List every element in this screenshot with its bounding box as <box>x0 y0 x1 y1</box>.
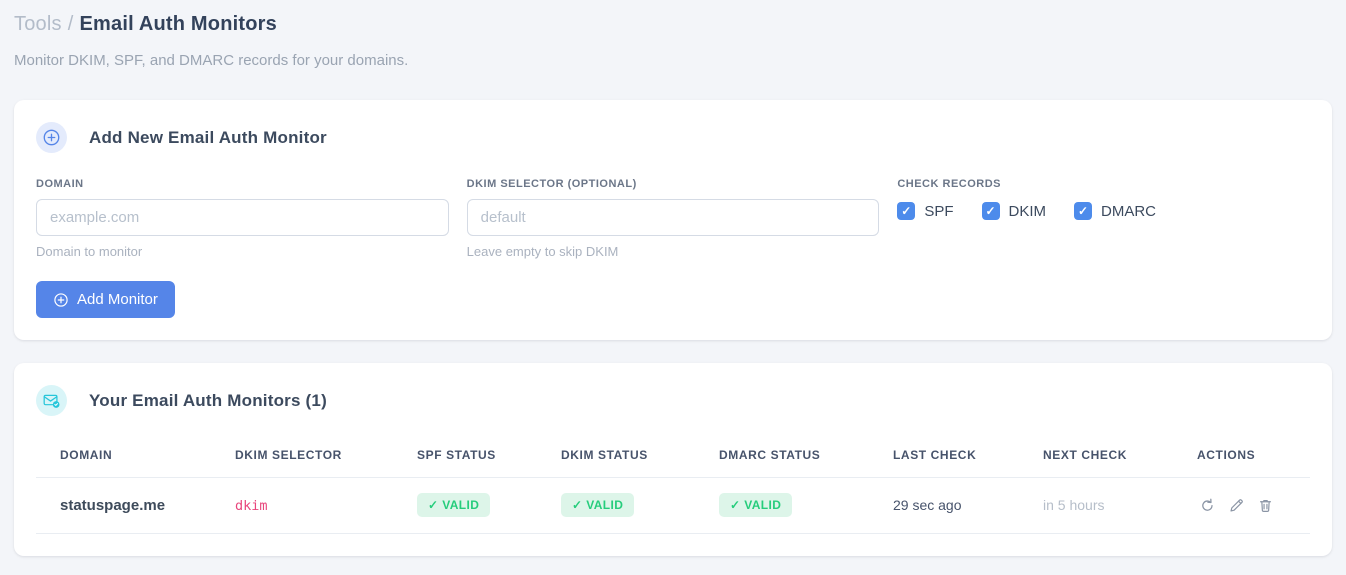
monitors-table: DOMAIN DKIM SELECTOR SPF STATUS DKIM STA… <box>36 438 1310 534</box>
dkim-checkbox-label: DKIM <box>1008 202 1047 220</box>
monitors-table-wrap: DOMAIN DKIM SELECTOR SPF STATUS DKIM STA… <box>36 438 1310 534</box>
add-monitor-button[interactable]: Add Monitor <box>36 281 175 318</box>
table-row: statuspage.me dkim ✓ VALID ✓ VALID ✓ VAL… <box>36 477 1310 534</box>
spf-status-badge: ✓ VALID <box>417 493 491 517</box>
spf-checkbox[interactable] <box>897 202 916 220</box>
spf-checkbox-option[interactable]: SPF <box>897 202 954 220</box>
plus-circle-icon <box>36 122 67 153</box>
monitor-dkim-selector: dkim <box>235 497 268 514</box>
spf-checkbox-label: SPF <box>924 202 954 220</box>
dmarc-checkbox-option[interactable]: DMARC <box>1074 202 1156 220</box>
dmarc-checkbox[interactable] <box>1074 202 1093 220</box>
monitors-card-title: Your Email Auth Monitors (1) <box>89 390 327 410</box>
monitors-list-card: Your Email Auth Monitors (1) DOMAIN DKIM… <box>14 363 1332 556</box>
col-header-next-check: NEXT CHECK <box>1019 438 1173 478</box>
dkim-selector-label: DKIM SELECTOR (OPTIONAL) <box>466 178 637 190</box>
dkim-status-badge: ✓ VALID <box>561 493 635 517</box>
plus-circle-icon <box>53 292 69 308</box>
domain-helper-text: Domain to monitor <box>36 244 143 259</box>
domain-label: DOMAIN <box>36 178 84 190</box>
pencil-icon <box>1228 497 1245 514</box>
add-card-title: Add New Email Auth Monitor <box>89 127 327 147</box>
row-actions <box>1197 495 1302 516</box>
envelope-check-icon <box>36 385 67 416</box>
delete-button[interactable] <box>1255 495 1276 516</box>
page-subtitle: Monitor DKIM, SPF, and DMARC records for… <box>14 52 409 69</box>
col-header-dmarc-status: DMARC STATUS <box>695 438 869 478</box>
breadcrumb: Tools / Email Auth Monitors <box>14 10 1332 36</box>
domain-input[interactable] <box>36 199 449 236</box>
email-auth-monitors-page: Tools / Email Auth Monitors Monitor DKIM, … <box>0 0 1346 566</box>
refresh-button[interactable] <box>1197 495 1218 516</box>
col-header-last-check: LAST CHECK <box>869 438 1019 478</box>
refresh-icon <box>1199 497 1216 514</box>
dmarc-status-badge: ✓ VALID <box>719 493 793 517</box>
add-monitor-button-label: Add Monitor <box>77 291 158 308</box>
monitor-last-check: 29 sec ago <box>869 477 1019 534</box>
domain-field: DOMAIN Domain to monitor <box>36 178 449 259</box>
check-records-group: SPF DKIM DMARC <box>897 202 1310 220</box>
col-header-spf-status: SPF STATUS <box>393 438 537 478</box>
col-header-dkim-selector: DKIM SELECTOR <box>211 438 393 478</box>
dmarc-checkbox-label: DMARC <box>1101 202 1157 220</box>
col-header-dkim-status: DKIM STATUS <box>537 438 695 478</box>
trash-icon <box>1257 497 1274 514</box>
dkim-checkbox-option[interactable]: DKIM <box>981 202 1047 220</box>
page-title: Email Auth Monitors <box>79 13 277 35</box>
table-header-row: DOMAIN DKIM SELECTOR SPF STATUS DKIM STA… <box>36 438 1310 478</box>
add-card-header: Add New Email Auth Monitor <box>36 122 1310 153</box>
dkim-selector-input[interactable] <box>466 199 880 236</box>
check-records-label: CHECK RECORDS <box>897 178 1002 190</box>
monitors-card-header: Your Email Auth Monitors (1) <box>36 385 1310 416</box>
dkim-selector-field: DKIM SELECTOR (OPTIONAL) Leave empty to … <box>466 178 880 259</box>
monitor-domain: statuspage.me <box>36 477 211 534</box>
dkim-checkbox[interactable] <box>981 202 1000 220</box>
edit-button[interactable] <box>1226 495 1247 516</box>
breadcrumb-separator: / <box>67 13 74 35</box>
add-monitor-card: Add New Email Auth Monitor DOMAIN Domain… <box>14 100 1332 340</box>
col-header-actions: ACTIONS <box>1173 438 1310 478</box>
dkim-selector-helper-text: Leave empty to skip DKIM <box>466 244 619 259</box>
monitor-next-check: in 5 hours <box>1019 477 1173 534</box>
add-monitor-form: DOMAIN Domain to monitor DKIM SELECTOR (… <box>36 178 1310 259</box>
check-records-field: CHECK RECORDS SPF DKIM DMARC <box>897 178 1310 259</box>
col-header-domain: DOMAIN <box>36 438 211 478</box>
breadcrumb-tools-link[interactable]: Tools <box>14 13 62 35</box>
